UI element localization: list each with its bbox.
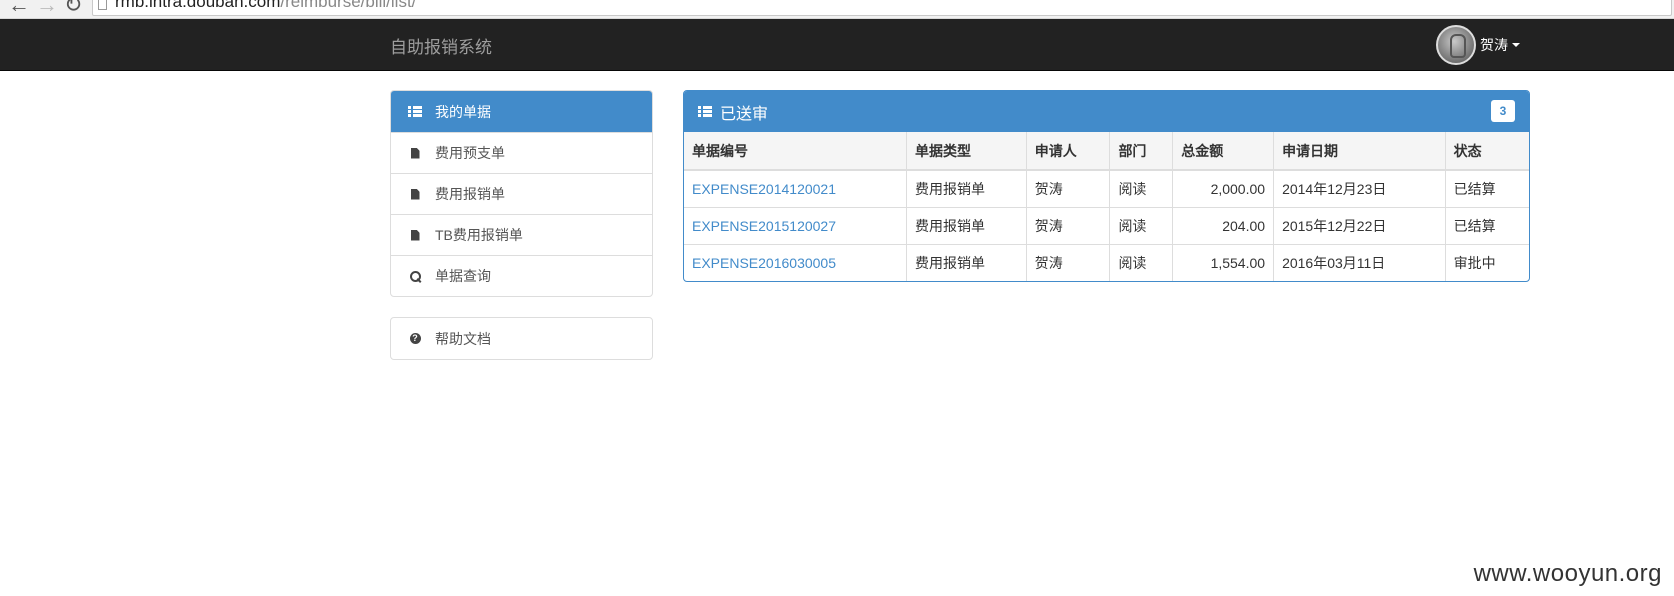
total-amount: 2,000.00 — [1172, 170, 1275, 207]
status: 已结算 — [1445, 206, 1529, 244]
department: 阅读 — [1109, 170, 1174, 207]
sidebar-item-advance-form[interactable]: 费用预支单 — [391, 132, 652, 173]
sidebar-item-label: 单据查询 — [435, 268, 491, 284]
page-icon — [98, 0, 107, 10]
sidebar-item-bill-query[interactable]: 单据查询 — [391, 255, 652, 296]
file-icon — [407, 147, 423, 159]
apply-date: 2015年12月22日 — [1273, 206, 1446, 244]
sidebar-item-label: 费用报销单 — [435, 186, 505, 202]
total-amount: 1,554.00 — [1172, 243, 1275, 281]
sidebar: 我的单据 费用预支单 费用报销单 TB费用报销单 单据查询 ? 帮助文档 — [390, 90, 653, 360]
apply-date: 2016年03月11日 — [1273, 243, 1446, 281]
browser-toolbar: ← → ↻ rmb.intra.douban.com/reimburse/bil… — [0, 0, 1674, 19]
submitted-bills-panel: 已送审 3 单据编号 单据类型 申请人 部门 总金额 申请日期 状态 EXPEN… — [683, 90, 1530, 282]
back-arrow-icon[interactable]: ← — [8, 0, 30, 16]
sidebar-item-help-docs[interactable]: ? 帮助文档 — [391, 318, 652, 359]
sidebar-item-label: 帮助文档 — [435, 330, 491, 347]
sidebar-item-label: 我的单据 — [435, 103, 491, 120]
column-header[interactable]: 单据编号 — [684, 132, 908, 171]
bill-number-link[interactable]: EXPENSE2016030005 — [692, 255, 836, 271]
total-amount: 204.00 — [1172, 206, 1275, 244]
column-header[interactable]: 部门 — [1109, 132, 1174, 171]
department: 阅读 — [1109, 243, 1174, 281]
question-circle-icon: ? — [407, 333, 423, 344]
bill-type: 费用报销单 — [906, 206, 1027, 244]
table-header-row: 单据编号 单据类型 申请人 部门 总金额 申请日期 状态 — [684, 132, 1529, 171]
bills-table: 单据编号 单据类型 申请人 部门 总金额 申请日期 状态 EXPENSE2014… — [684, 132, 1529, 281]
sidebar-menu: 我的单据 费用预支单 费用报销单 TB费用报销单 单据查询 — [390, 90, 653, 297]
count-badge: 3 — [1491, 100, 1515, 122]
list-icon — [407, 106, 423, 117]
url-path: /reimburse/bill/list/ — [280, 0, 417, 11]
bill-number-link[interactable]: EXPENSE2015120027 — [692, 218, 836, 234]
applicant: 贺涛 — [1026, 206, 1111, 244]
column-header[interactable]: 申请日期 — [1273, 132, 1446, 171]
column-header[interactable]: 状态 — [1445, 132, 1529, 171]
sidebar-item-my-bills[interactable]: 我的单据 — [391, 91, 652, 132]
apply-date: 2014年12月23日 — [1273, 170, 1446, 207]
sidebar-item-expense-form[interactable]: 费用报销单 — [391, 173, 652, 214]
panel-heading: 已送审 3 — [684, 91, 1529, 132]
user-menu[interactable]: 贺涛 — [1436, 25, 1520, 65]
help-menu: ? 帮助文档 — [390, 317, 653, 360]
column-header[interactable]: 总金额 — [1172, 132, 1275, 171]
table-row: EXPENSE2015120027 费用报销单 贺涛 阅读 204.00 201… — [684, 206, 1529, 244]
bill-type: 费用报销单 — [906, 243, 1027, 281]
status: 审批中 — [1445, 243, 1529, 281]
list-icon — [698, 106, 712, 117]
url-text[interactable]: rmb.intra.douban.com/reimburse/bill/list… — [115, 0, 416, 12]
reload-icon[interactable]: ↻ — [64, 0, 82, 16]
caret-down-icon[interactable] — [1512, 43, 1520, 47]
applicant: 贺涛 — [1026, 243, 1111, 281]
panel-title: 已送审 — [720, 105, 769, 123]
column-header[interactable]: 单据类型 — [906, 132, 1027, 171]
file-icon — [407, 188, 423, 200]
table-row: EXPENSE2014120021 费用报销单 贺涛 阅读 2,000.00 2… — [684, 170, 1529, 207]
sidebar-item-tb-expense-form[interactable]: TB费用报销单 — [391, 214, 652, 255]
applicant: 贺涛 — [1026, 170, 1111, 207]
user-name[interactable]: 贺涛 — [1480, 35, 1508, 55]
column-header[interactable]: 申请人 — [1026, 132, 1111, 171]
department: 阅读 — [1109, 206, 1174, 244]
top-navbar: 自助报销系统 贺涛 — [0, 19, 1674, 71]
avatar[interactable] — [1436, 25, 1476, 65]
watermark: www.wooyun.org — [1473, 560, 1662, 587]
forward-arrow-icon[interactable]: → — [36, 0, 58, 16]
bill-type: 费用报销单 — [906, 170, 1027, 207]
sidebar-item-label: TB费用报销单 — [435, 227, 523, 243]
bill-number-link[interactable]: EXPENSE2014120021 — [692, 181, 836, 197]
status: 已结算 — [1453, 180, 1496, 197]
address-bar[interactable]: rmb.intra.douban.com/reimburse/bill/list… — [92, 0, 1672, 16]
sidebar-item-label: 费用预支单 — [435, 145, 505, 161]
app-brand[interactable]: 自助报销系统 — [390, 33, 492, 58]
url-host: rmb.intra.douban.com — [115, 0, 281, 11]
search-icon — [407, 270, 423, 282]
file-icon — [407, 229, 423, 241]
table-row: EXPENSE2016030005 费用报销单 贺涛 阅读 1,554.00 2… — [684, 243, 1529, 281]
